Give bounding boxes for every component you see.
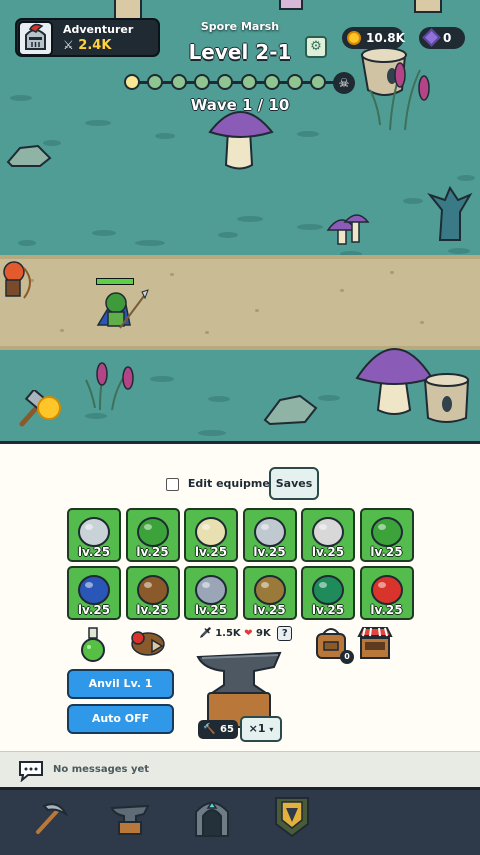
boss-skull-icon: ☠ (333, 72, 355, 94)
multiplier-value: ×1 (248, 722, 266, 735)
auto-toggle-button[interactable]: Auto OFF (67, 704, 174, 734)
scenery (3, 0, 473, 426)
equipment-slot-cape[interactable]: lv.25 (67, 566, 121, 620)
sword-icon: 🗡 (199, 628, 212, 639)
equipment-level: lv.25 (370, 603, 403, 617)
giant-mushroom-icon (355, 348, 434, 415)
equipment-slot-ring-emerald[interactable]: lv.25 (301, 566, 355, 620)
equipment-level: lv.25 (311, 603, 345, 617)
equipment-level: lv.25 (370, 545, 403, 559)
guild-banner-icon[interactable] (274, 796, 314, 838)
pickaxe-icon[interactable] (30, 798, 70, 838)
gem-icon (422, 28, 441, 47)
hero-spearman-icon (96, 289, 149, 329)
health-value: 9K (256, 628, 271, 639)
chat-bubble-icon[interactable] (18, 760, 44, 783)
equipment-slot-helmet[interactable]: lv.25 (184, 508, 238, 562)
shop-stall-icon[interactable] (357, 626, 393, 660)
level-title: Level 2-1 (188, 40, 292, 64)
backpack-count: 0 (340, 650, 354, 664)
gem-counter: 0 (419, 27, 465, 49)
wave-dot (240, 74, 257, 90)
knight-helmet-avatar (18, 21, 53, 56)
enemy-archer-icon (3, 261, 31, 299)
equipment-level: lv.25 (194, 545, 228, 559)
wave-dot (170, 74, 187, 90)
combat-power: ⚔ 2.4K (63, 38, 111, 53)
player-card[interactable]: Adventurer ⚔ 2.4K (15, 18, 160, 57)
saves-button[interactable]: Saves (269, 467, 319, 500)
edit-equipment-checkbox[interactable] (166, 477, 179, 491)
equipment-level: lv.25 (77, 603, 111, 617)
stats-row: 🗡 1.5K ❤ 9K ? (199, 626, 293, 641)
equipment-slot-boots[interactable]: lv.25 (125, 566, 180, 620)
crossed-swords-icon: ⚔ (63, 38, 74, 52)
attack-value: 1.5K (215, 628, 241, 639)
combat-power-value: 2.4K (78, 38, 112, 53)
equipment-panel: Edit equipment Saves lv.25 lv.25 lv.25 lv.2… (0, 441, 480, 751)
equipment-slot-pants[interactable]: lv.25 (359, 508, 414, 562)
stats-help-button[interactable]: ? (277, 626, 293, 641)
small-mushroom-icon (326, 214, 370, 245)
hero-health-fill (97, 279, 133, 284)
gem-value: 0 (443, 31, 452, 45)
equipment-slot-gauntlets[interactable]: lv.25 (301, 508, 355, 562)
equipment-level: lv.25 (77, 545, 111, 559)
wave-dot (124, 74, 140, 90)
chevron-down-icon: ▾ (269, 725, 274, 734)
hammer-icon: 🔨 (203, 724, 216, 735)
anvil-level-button[interactable]: Anvil Lv. 1 (67, 669, 174, 699)
multiplier-dropdown[interactable]: ×1 ▾ (240, 716, 282, 742)
equipment-slot-necklace[interactable]: lv.25 (242, 566, 297, 620)
chat-empty-text: No messages yet (53, 764, 150, 775)
gold-value: 10.8K (366, 31, 405, 45)
hero-health-bar (96, 278, 134, 285)
potion-icon[interactable] (80, 626, 106, 664)
equipment-level: lv.25 (253, 545, 286, 559)
pet-companion-icon[interactable] (128, 626, 168, 658)
wave-dot (193, 74, 210, 90)
wave-dot (287, 74, 304, 90)
equipment-slot-belt[interactable]: lv.25 (184, 566, 238, 620)
zone-name: Spore Marsh (200, 20, 280, 33)
hammer-counter: 🔨 65 (198, 720, 238, 739)
equipment-slot-chestplate[interactable]: lv.25 (242, 508, 297, 562)
bottom-nav (0, 787, 480, 855)
equipment-slot-ring-ruby[interactable]: lv.25 (359, 566, 414, 620)
equipment-level: lv.25 (253, 603, 286, 617)
dungeon-gate-icon[interactable] (192, 798, 232, 838)
gold-counter: 10.8K (342, 27, 405, 49)
wave-label: Wave 1 / 10 (190, 96, 290, 114)
equipment-level: lv.25 (194, 603, 228, 617)
tree-stump-icon (114, 0, 442, 21)
equipment-level: lv.25 (136, 545, 169, 559)
player-name: Adventurer (63, 23, 134, 36)
equipment-slot-hood[interactable]: lv.25 (125, 508, 180, 562)
chat-bar[interactable]: No messages yet (0, 751, 480, 787)
equipment-level: lv.25 (136, 603, 169, 617)
edit-equipment-toggle[interactable]: Edit equipment (166, 477, 283, 491)
anvil-nav-icon[interactable] (110, 798, 150, 838)
gold-coin-icon (347, 31, 361, 45)
tree-stump-icon (423, 373, 470, 423)
dead-tree-icon (427, 185, 473, 241)
battle-scene: Adventurer ⚔ 2.4K Spore Marsh Level 2-1 … (0, 0, 480, 441)
equipment-level: lv.25 (311, 545, 345, 559)
giant-mushroom-icon (208, 111, 274, 170)
hammer-boost-icon[interactable] (12, 388, 62, 430)
equipment-slot-spear[interactable]: lv.25 (67, 508, 121, 562)
wave-dot (263, 74, 280, 90)
hammer-count-value: 65 (220, 724, 234, 735)
heart-icon: ❤ (244, 628, 253, 639)
rock-icon (6, 144, 318, 426)
settings-gear-icon[interactable]: ⚙ (305, 36, 327, 58)
